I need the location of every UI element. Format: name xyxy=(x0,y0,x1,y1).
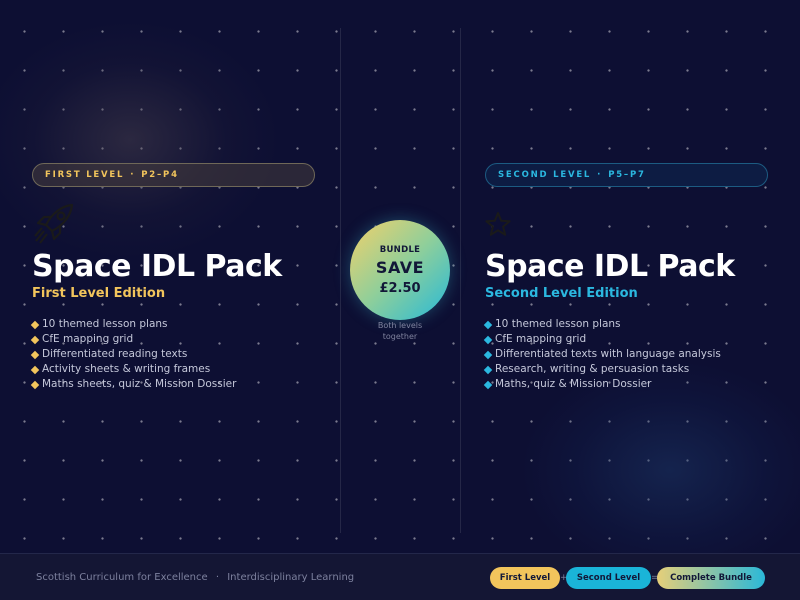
bundle-badge[interactable]: BUNDLE SAVE £2.50 xyxy=(350,220,450,320)
level-range: P2–P4 xyxy=(141,170,179,180)
list-item: Differentiated reading texts xyxy=(30,347,316,362)
star-icon xyxy=(485,212,511,236)
footer-link-group: First Level + Second Level = Complete Bu… xyxy=(490,567,765,589)
list-item: Maths, quiz & Mission Dossier xyxy=(483,377,769,392)
pack-title: Space IDL Pack xyxy=(485,249,735,284)
bundle-note: Both levels together xyxy=(377,321,423,341)
footer-caption: Scottish Curriculum for Excellence · Int… xyxy=(36,572,354,583)
diamond-bullet-icon xyxy=(30,335,40,344)
first-level-button[interactable]: First Level xyxy=(490,567,560,589)
feature-list: 10 themed lesson plans CfE mapping grid … xyxy=(30,317,316,392)
list-item: CfE mapping grid xyxy=(30,332,316,347)
footer-bar: Scottish Curriculum for Excellence · Int… xyxy=(0,553,800,600)
list-item: Differentiated texts with language analy… xyxy=(483,347,769,362)
right-divider xyxy=(460,28,461,533)
edition-subtitle: First Level Edition xyxy=(32,286,166,301)
pack-title: Space IDL Pack xyxy=(32,249,282,284)
level-separator: · xyxy=(597,170,603,180)
diamond-bullet-icon xyxy=(30,380,40,389)
level-range: P5–P7 xyxy=(608,170,646,180)
list-item: Research, writing & persuasion tasks xyxy=(483,362,769,377)
diamond-bullet-icon xyxy=(483,335,493,344)
diamond-bullet-icon xyxy=(483,365,493,374)
first-level-panel: FIRST LEVEL · P2–P4 Space IDL Pack First… xyxy=(30,163,316,392)
diamond-bullet-icon xyxy=(30,350,40,359)
feature-list: 10 themed lesson plans CfE mapping grid … xyxy=(483,317,769,392)
bundle-price: £2.50 xyxy=(379,280,421,296)
subject-label: Interdisciplinary Learning xyxy=(227,572,355,583)
level-name: SECOND LEVEL xyxy=(498,170,592,180)
level-name: FIRST LEVEL xyxy=(45,170,125,180)
list-item: 10 themed lesson plans xyxy=(483,317,769,332)
rocket-icon xyxy=(34,203,74,244)
curriculum-label: Scottish Curriculum for Excellence xyxy=(36,572,208,583)
list-item: CfE mapping grid xyxy=(483,332,769,347)
diamond-bullet-icon xyxy=(483,320,493,329)
second-level-pill: SECOND LEVEL · P5–P7 xyxy=(485,163,768,187)
right-glow xyxy=(520,360,800,580)
second-level-button[interactable]: Second Level xyxy=(566,567,651,589)
list-item: 10 themed lesson plans xyxy=(30,317,316,332)
list-item: Activity sheets & writing frames xyxy=(30,362,316,377)
edition-subtitle: Second Level Edition xyxy=(485,286,638,301)
diamond-bullet-icon xyxy=(483,350,493,359)
complete-bundle-button[interactable]: Complete Bundle xyxy=(657,567,765,589)
second-level-panel: SECOND LEVEL · P5–P7 Space IDL Pack Seco… xyxy=(483,163,769,392)
bundle-save: SAVE xyxy=(375,257,425,277)
left-divider xyxy=(340,28,341,533)
list-item: Maths sheets, quiz & Mission Dossier xyxy=(30,377,316,392)
bundle-label: BUNDLE xyxy=(379,244,421,255)
level-separator: · xyxy=(130,170,136,180)
footer-separator: · xyxy=(215,572,220,583)
diamond-bullet-icon xyxy=(30,365,40,374)
first-level-pill: FIRST LEVEL · P2–P4 xyxy=(32,163,315,187)
diamond-bullet-icon xyxy=(30,320,40,329)
diamond-bullet-icon xyxy=(483,380,493,389)
